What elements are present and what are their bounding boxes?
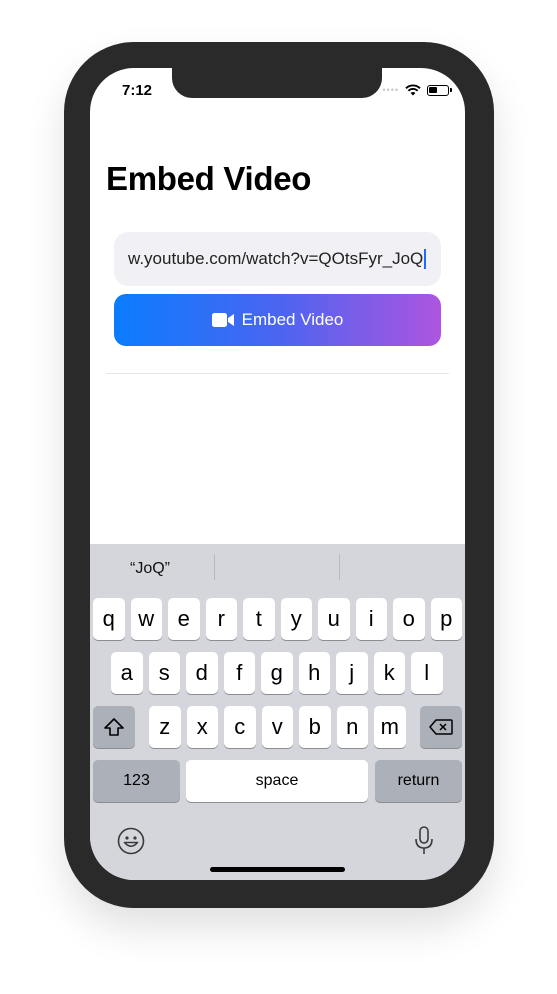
return-key[interactable]: return bbox=[375, 760, 462, 802]
key-h[interactable]: h bbox=[298, 652, 330, 694]
key-o[interactable]: o bbox=[393, 598, 425, 640]
suggestion-divider bbox=[339, 554, 340, 580]
text-cursor bbox=[424, 249, 427, 269]
key-w[interactable]: w bbox=[130, 598, 162, 640]
battery-icon bbox=[427, 84, 452, 96]
key-u[interactable]: u bbox=[318, 598, 350, 640]
key-j[interactable]: j bbox=[336, 652, 368, 694]
key-z[interactable]: z bbox=[149, 706, 181, 748]
shift-key[interactable] bbox=[93, 706, 135, 748]
status-time: 7:12 bbox=[122, 82, 153, 99]
key-n[interactable]: n bbox=[336, 706, 368, 748]
embed-video-button[interactable]: Embed Video bbox=[114, 294, 441, 346]
notch bbox=[172, 68, 382, 98]
emoji-icon[interactable] bbox=[117, 827, 145, 855]
key-s[interactable]: s bbox=[148, 652, 180, 694]
key-x[interactable]: x bbox=[186, 706, 218, 748]
key-d[interactable]: d bbox=[186, 652, 218, 694]
suggestion-bar: “JoQ” bbox=[90, 544, 465, 590]
delete-icon bbox=[429, 719, 453, 735]
key-t[interactable]: t bbox=[243, 598, 275, 640]
key-i[interactable]: i bbox=[355, 598, 387, 640]
key-b[interactable]: b bbox=[299, 706, 331, 748]
video-camera-icon bbox=[211, 313, 234, 327]
suggestion-1[interactable]: “JoQ” bbox=[130, 560, 170, 578]
key-p[interactable]: p bbox=[430, 598, 462, 640]
key-k[interactable]: k bbox=[373, 652, 405, 694]
shift-icon bbox=[104, 718, 124, 736]
key-q[interactable]: q bbox=[93, 598, 125, 640]
status-icons: •••• bbox=[382, 84, 452, 96]
divider bbox=[106, 373, 449, 374]
home-indicator bbox=[210, 867, 345, 872]
key-c[interactable]: c bbox=[224, 706, 256, 748]
numbers-key[interactable]: 123 bbox=[93, 760, 180, 802]
delete-key[interactable] bbox=[420, 706, 462, 748]
key-l[interactable]: l bbox=[411, 652, 443, 694]
key-e[interactable]: e bbox=[168, 598, 200, 640]
microphone-icon[interactable] bbox=[414, 826, 434, 856]
embed-video-label: Embed Video bbox=[241, 310, 344, 329]
wifi-icon bbox=[405, 84, 421, 96]
key-f[interactable]: f bbox=[223, 652, 255, 694]
key-g[interactable]: g bbox=[261, 652, 293, 694]
key-v[interactable]: v bbox=[261, 706, 293, 748]
video-url-value: w.youtube.com/watch?v=QOtsFyr_JoQ bbox=[128, 249, 424, 268]
phone-frame: 7:12 •••• Embed Video w.youtube.com/watc… bbox=[64, 42, 494, 908]
video-url-input[interactable]: w.youtube.com/watch?v=QOtsFyr_JoQ bbox=[114, 232, 441, 286]
suggestion-divider bbox=[214, 554, 215, 580]
key-r[interactable]: r bbox=[205, 598, 237, 640]
keyboard: “JoQ” qwertyuiop asdfghjkl zxcvbnm 123 s… bbox=[90, 544, 465, 880]
page-title: Embed Video bbox=[106, 160, 312, 197]
key-y[interactable]: y bbox=[280, 598, 312, 640]
key-m[interactable]: m bbox=[374, 706, 406, 748]
space-key[interactable]: space bbox=[186, 760, 368, 802]
key-a[interactable]: a bbox=[111, 652, 143, 694]
phone-screen: 7:12 •••• Embed Video w.youtube.com/watc… bbox=[90, 68, 465, 880]
signal-icon: •••• bbox=[382, 85, 399, 95]
